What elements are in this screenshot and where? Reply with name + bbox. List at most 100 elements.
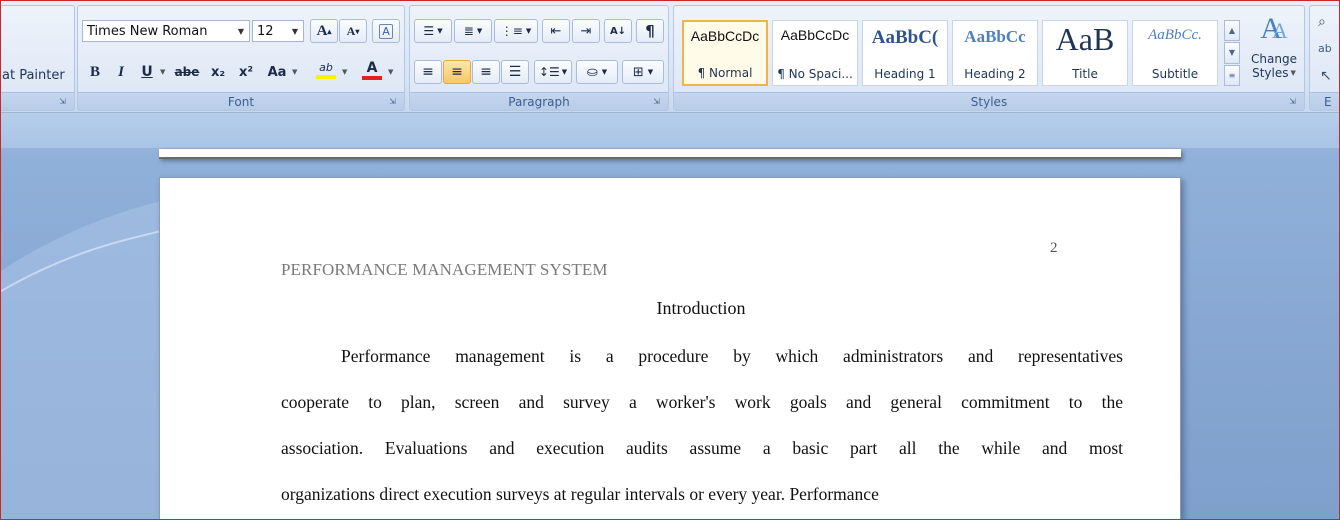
style-preview: AaBbCcDc xyxy=(780,27,850,43)
style-title[interactable]: AaB Title xyxy=(1042,20,1128,86)
justify-button[interactable]: ☰ xyxy=(501,60,529,84)
line-spacing-button[interactable]: ↕☰ ▼ xyxy=(534,60,572,84)
gallery-up-icon[interactable]: ▲ xyxy=(1224,20,1240,42)
font-color-chevron-icon[interactable]: ▼ xyxy=(388,68,393,76)
sort-icon: A↓ xyxy=(609,25,627,37)
grow-font-button[interactable]: A ▴ xyxy=(310,19,338,43)
numbered-list-icon: ≣ xyxy=(463,24,474,38)
bullet-list-icon: ☰ xyxy=(423,24,435,38)
clipboard-group: at Painter ⇲ xyxy=(1,5,75,111)
style-preview: AaBbCc xyxy=(964,27,1026,46)
paragraph-group-label: Paragraph xyxy=(410,92,668,110)
strikethrough-button[interactable]: abe xyxy=(172,60,202,84)
font-group: Times New Roman ▼ 12 ▼ A ▴ A ▾ A B I U ▼ a… xyxy=(77,5,405,111)
body-line: organizations direct execution surveys a… xyxy=(281,484,879,504)
font-name-value: Times New Roman xyxy=(87,23,208,39)
align-right-button[interactable]: ≡ xyxy=(472,60,500,84)
body-line: association. Evaluations and execution a… xyxy=(281,438,1123,458)
style-name: ¶ Normal xyxy=(697,66,753,80)
bold-button[interactable]: B xyxy=(84,60,106,84)
chevron-down-icon[interactable]: ▼ xyxy=(233,21,249,41)
clear-formatting-button[interactable]: A xyxy=(372,19,400,43)
align-center-button[interactable]: ≡ xyxy=(443,60,471,84)
align-right-icon: ≡ xyxy=(480,64,492,80)
eraser-icon: A xyxy=(379,23,393,39)
borders-icon: ⊞ xyxy=(632,64,644,80)
previous-page-bottom xyxy=(159,149,1181,159)
paragraph-launcher-icon[interactable]: ⇲ xyxy=(651,96,662,107)
highlight-chevron-icon[interactable]: ▼ xyxy=(342,68,347,76)
body-line: cooperate to plan, screen and survey a w… xyxy=(281,392,1123,412)
replace-icon[interactable]: ab xyxy=(1318,42,1332,55)
styles-group: AaBbCcDc ¶ Normal AaBbCcDc ¶ No Spaci...… xyxy=(673,5,1305,111)
paragraph-group: ☰ ▼ ≣ ▼ ⋮≡ ▼ ⇤ ⇥ A↓ ¶ ≡ ≡ ≡ ☰ ↕☰ ▼ ⛀ ▼ ⊞… xyxy=(409,5,669,111)
style-no-spacing[interactable]: AaBbCcDc ¶ No Spaci... xyxy=(772,20,858,86)
superscript-button[interactable]: x² xyxy=(234,60,258,84)
gallery-more-icon[interactable]: ≡ xyxy=(1224,64,1240,86)
subscript-button[interactable]: x₂ xyxy=(206,60,230,84)
clipboard-launcher-icon[interactable]: ⇲ xyxy=(57,96,68,107)
justify-icon: ☰ xyxy=(508,64,522,80)
styles-gallery-scroll: ▲ ▼ ≡ xyxy=(1224,20,1240,86)
style-name: Heading 1 xyxy=(874,67,936,81)
style-subtitle[interactable]: AaBbCc. Subtitle xyxy=(1132,20,1218,86)
font-launcher-icon[interactable]: ⇲ xyxy=(387,96,398,107)
underline-dropdown-chevron-icon[interactable]: ▼ xyxy=(160,68,165,76)
change-case-chevron-icon[interactable]: ▼ xyxy=(292,68,297,76)
running-head: PERFORMANCE MANAGEMENT SYSTEM xyxy=(281,260,608,279)
borders-button[interactable]: ⊞ ▼ xyxy=(622,60,664,84)
grow-font-label: A xyxy=(316,22,328,39)
decrease-indent-button[interactable]: ⇤ xyxy=(542,19,570,43)
style-name: ¶ No Spaci... xyxy=(777,67,853,81)
align-left-icon: ≡ xyxy=(422,64,434,80)
style-preview: AaBbC( xyxy=(871,27,939,48)
change-styles-button[interactable]: AA Change Styles ▼ xyxy=(1246,12,1302,92)
shading-button[interactable]: ⛀ ▼ xyxy=(576,60,618,84)
align-left-button[interactable]: ≡ xyxy=(414,60,442,84)
shrink-font-button[interactable]: A ▾ xyxy=(339,19,367,43)
highlight-label: ab xyxy=(319,61,333,74)
ruler-strip xyxy=(1,113,1339,149)
style-name: Subtitle xyxy=(1151,67,1199,81)
align-center-icon: ≡ xyxy=(451,64,463,80)
decrease-indent-icon: ⇤ xyxy=(550,23,562,39)
numbering-button[interactable]: ≣ ▼ xyxy=(454,19,492,43)
font-color-label: A xyxy=(366,60,378,76)
style-name: Heading 2 xyxy=(964,67,1026,81)
gallery-down-icon[interactable]: ▼ xyxy=(1224,42,1240,64)
highlight-button[interactable]: ab xyxy=(312,58,340,82)
style-normal[interactable]: AaBbCcDc ¶ Normal xyxy=(682,20,768,86)
change-styles-label-2: Styles xyxy=(1252,66,1289,80)
change-case-button[interactable]: Aa xyxy=(264,60,290,84)
styles-group-label: Styles xyxy=(674,92,1304,110)
style-heading-1[interactable]: AaBbC( Heading 1 xyxy=(862,20,948,86)
font-size-combo[interactable]: 12 ▼ xyxy=(252,20,304,42)
style-preview: AaB xyxy=(1055,21,1115,57)
font-size-value: 12 xyxy=(257,23,274,39)
font-color-bar xyxy=(362,76,382,80)
italic-button[interactable]: I xyxy=(110,60,132,84)
section-heading: Introduction xyxy=(656,298,746,318)
ribbon: at Painter ⇲ Times New Roman ▼ 12 ▼ A ▴ A… xyxy=(1,1,1339,113)
underline-button[interactable]: U xyxy=(136,60,158,84)
sort-button[interactable]: A↓ xyxy=(604,19,632,43)
document-page[interactable]: 2 PERFORMANCE MANAGEMENT SYSTEM Introduc… xyxy=(159,177,1181,519)
multilevel-list-button[interactable]: ⋮≡ ▼ xyxy=(494,19,538,43)
font-group-label: Font xyxy=(78,92,404,110)
font-name-combo[interactable]: Times New Roman ▼ xyxy=(82,20,250,42)
styles-launcher-icon[interactable]: ⇲ xyxy=(1287,96,1298,107)
find-icon[interactable]: ⌕ xyxy=(1318,14,1326,30)
style-heading-2[interactable]: AaBbCc Heading 2 xyxy=(952,20,1038,86)
style-name: Title xyxy=(1072,67,1098,81)
style-preview: AaBbCcDc xyxy=(690,28,760,44)
show-marks-button[interactable]: ¶ xyxy=(636,19,664,43)
pilcrow-icon: ¶ xyxy=(645,22,655,40)
format-painter-button[interactable]: at Painter xyxy=(2,68,65,83)
word-window: at Painter ⇲ Times New Roman ▼ 12 ▼ A ▴ A… xyxy=(0,0,1340,520)
select-icon[interactable]: ↖ xyxy=(1320,68,1332,84)
increase-indent-button[interactable]: ⇥ xyxy=(572,19,600,43)
chevron-down-icon[interactable]: ▼ xyxy=(287,21,303,41)
font-color-button[interactable]: A xyxy=(358,58,386,82)
style-preview: AaBbCc. xyxy=(1148,27,1202,43)
bullets-button[interactable]: ☰ ▼ xyxy=(414,19,452,43)
